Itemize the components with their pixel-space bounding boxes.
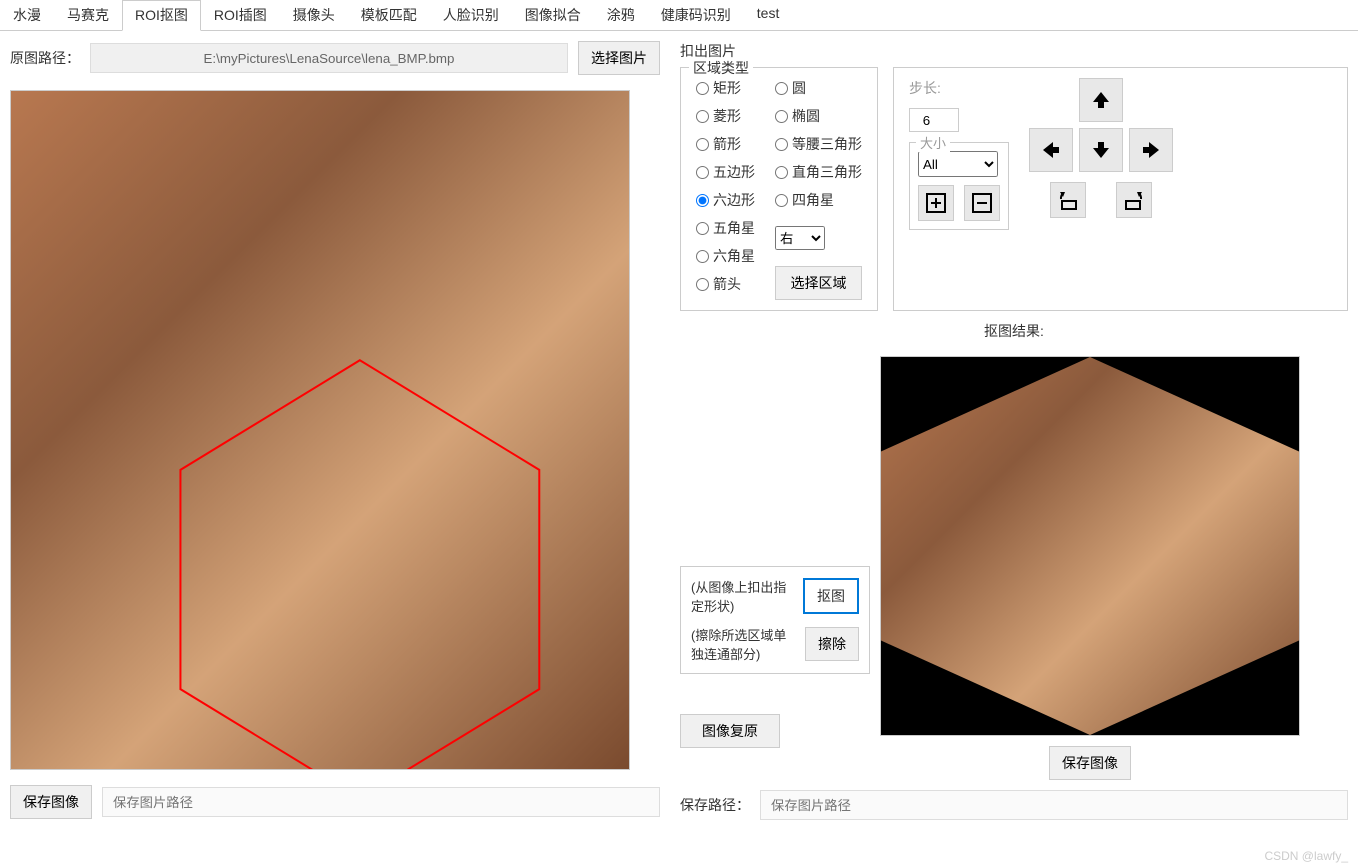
tab-8[interactable]: 涂鸦: [594, 0, 648, 30]
tab-3[interactable]: ROI插图: [201, 0, 280, 30]
shape-option[interactable]: 等腰三角形: [775, 134, 862, 154]
shape-option[interactable]: 四角星: [775, 190, 862, 210]
shape-radio[interactable]: [775, 138, 788, 151]
source-image-viewer[interactable]: [10, 90, 630, 770]
rotate-left-button[interactable]: [1050, 182, 1086, 218]
shape-radio[interactable]: [696, 278, 709, 291]
zoom-in-button[interactable]: [918, 185, 954, 221]
tab-10[interactable]: test: [744, 0, 793, 30]
arrow-left-button[interactable]: [1029, 128, 1073, 172]
select-image-button[interactable]: 选择图片: [578, 41, 660, 75]
controls-fieldset: 步长: 大小 All: [893, 67, 1348, 311]
shape-option[interactable]: 椭圆: [775, 106, 862, 126]
extract-button[interactable]: 抠图: [803, 578, 859, 614]
shape-option[interactable]: 六边形: [696, 190, 755, 210]
tab-9[interactable]: 健康码识别: [648, 0, 744, 30]
rotate-left-icon: [1057, 189, 1079, 211]
minus-icon: [971, 192, 993, 214]
shape-radio[interactable]: [775, 166, 788, 179]
shape-radio[interactable]: [696, 110, 709, 123]
zoom-out-button[interactable]: [964, 185, 1000, 221]
shape-option[interactable]: 矩形: [696, 78, 755, 98]
source-image: [11, 91, 629, 769]
result-image-viewer[interactable]: [880, 356, 1300, 736]
shape-radio[interactable]: [696, 82, 709, 95]
arrow-down-button[interactable]: [1079, 128, 1123, 172]
shape-radio[interactable]: [696, 222, 709, 235]
tab-7[interactable]: 图像拟合: [512, 0, 594, 30]
select-region-button[interactable]: 选择区域: [775, 266, 862, 300]
arrow-pad: [1029, 78, 1173, 172]
size-label: 大小: [916, 133, 950, 152]
arrow-right-icon: [1139, 138, 1163, 162]
tab-bar: 水漫马赛克ROI抠图ROI插图摄像头模板匹配人脸识别图像拟合涂鸦健康码识别tes…: [0, 0, 1358, 31]
tab-0[interactable]: 水漫: [0, 0, 54, 30]
erase-button[interactable]: 擦除: [805, 627, 859, 661]
shape-radio[interactable]: [775, 110, 788, 123]
shape-option[interactable]: 菱形: [696, 106, 755, 126]
size-section: 大小 All: [909, 142, 1009, 230]
tab-4[interactable]: 摄像头: [280, 0, 348, 30]
arrow-up-icon: [1089, 88, 1113, 112]
shape-radio[interactable]: [775, 82, 788, 95]
watermark: CSDN @lawfy_: [1264, 849, 1348, 863]
arrow-down-icon: [1089, 138, 1113, 162]
shape-option[interactable]: 五角星: [696, 218, 755, 238]
arrow-right-button[interactable]: [1129, 128, 1173, 172]
region-type-fieldset: 区域类型 矩形菱形箭形五边形六边形五角星六角星箭头 圆椭圆等腰三角形直角三角形四…: [680, 67, 878, 311]
shape-option[interactable]: 五边形: [696, 162, 755, 182]
shape-option[interactable]: 圆: [775, 78, 862, 98]
save-result-button[interactable]: 保存图像: [1049, 746, 1131, 780]
arrow-left-icon: [1039, 138, 1063, 162]
save-path-label: 保存路径：: [680, 795, 750, 815]
result-image: [881, 357, 1299, 735]
erase-desc: (擦除所选区域单独连通部分): [691, 625, 797, 663]
shape-radio[interactable]: [696, 166, 709, 179]
extract-title: 扣出图片: [680, 41, 1348, 61]
save-source-image-button[interactable]: 保存图像: [10, 785, 92, 819]
source-path-label: 原图路径：: [10, 48, 80, 68]
arrow-up-button[interactable]: [1079, 78, 1123, 122]
extract-desc: (从图像上扣出指定形状): [691, 577, 795, 615]
tab-5[interactable]: 模板匹配: [348, 0, 430, 30]
shape-option[interactable]: 箭形: [696, 134, 755, 154]
shape-option[interactable]: 直角三角形: [775, 162, 862, 182]
tab-6[interactable]: 人脸识别: [430, 0, 512, 30]
shape-radio[interactable]: [696, 194, 709, 207]
source-path-input[interactable]: [90, 43, 568, 73]
shape-radio[interactable]: [696, 250, 709, 263]
save-result-path-input[interactable]: [760, 790, 1348, 820]
size-select[interactable]: All: [918, 151, 998, 177]
shape-radio[interactable]: [696, 138, 709, 151]
step-label: 步长:: [909, 78, 941, 98]
step-input[interactable]: [909, 108, 959, 132]
save-source-path-input[interactable]: [102, 787, 660, 817]
tab-2[interactable]: ROI抠图: [122, 0, 201, 31]
direction-select[interactable]: 右: [775, 226, 825, 250]
shape-option[interactable]: 六角星: [696, 246, 755, 266]
region-type-title: 区域类型: [689, 58, 753, 78]
plus-icon: [925, 192, 947, 214]
rotate-right-icon: [1123, 189, 1145, 211]
rotate-right-button[interactable]: [1116, 182, 1152, 218]
tab-1[interactable]: 马赛克: [54, 0, 122, 30]
action-box: (从图像上扣出指定形状) 抠图 (擦除所选区域单独连通部分) 擦除: [680, 566, 870, 674]
restore-button[interactable]: 图像复原: [680, 714, 780, 748]
shape-radio[interactable]: [775, 194, 788, 207]
shape-option[interactable]: 箭头: [696, 274, 755, 294]
result-label: 抠图结果:: [680, 321, 1348, 341]
